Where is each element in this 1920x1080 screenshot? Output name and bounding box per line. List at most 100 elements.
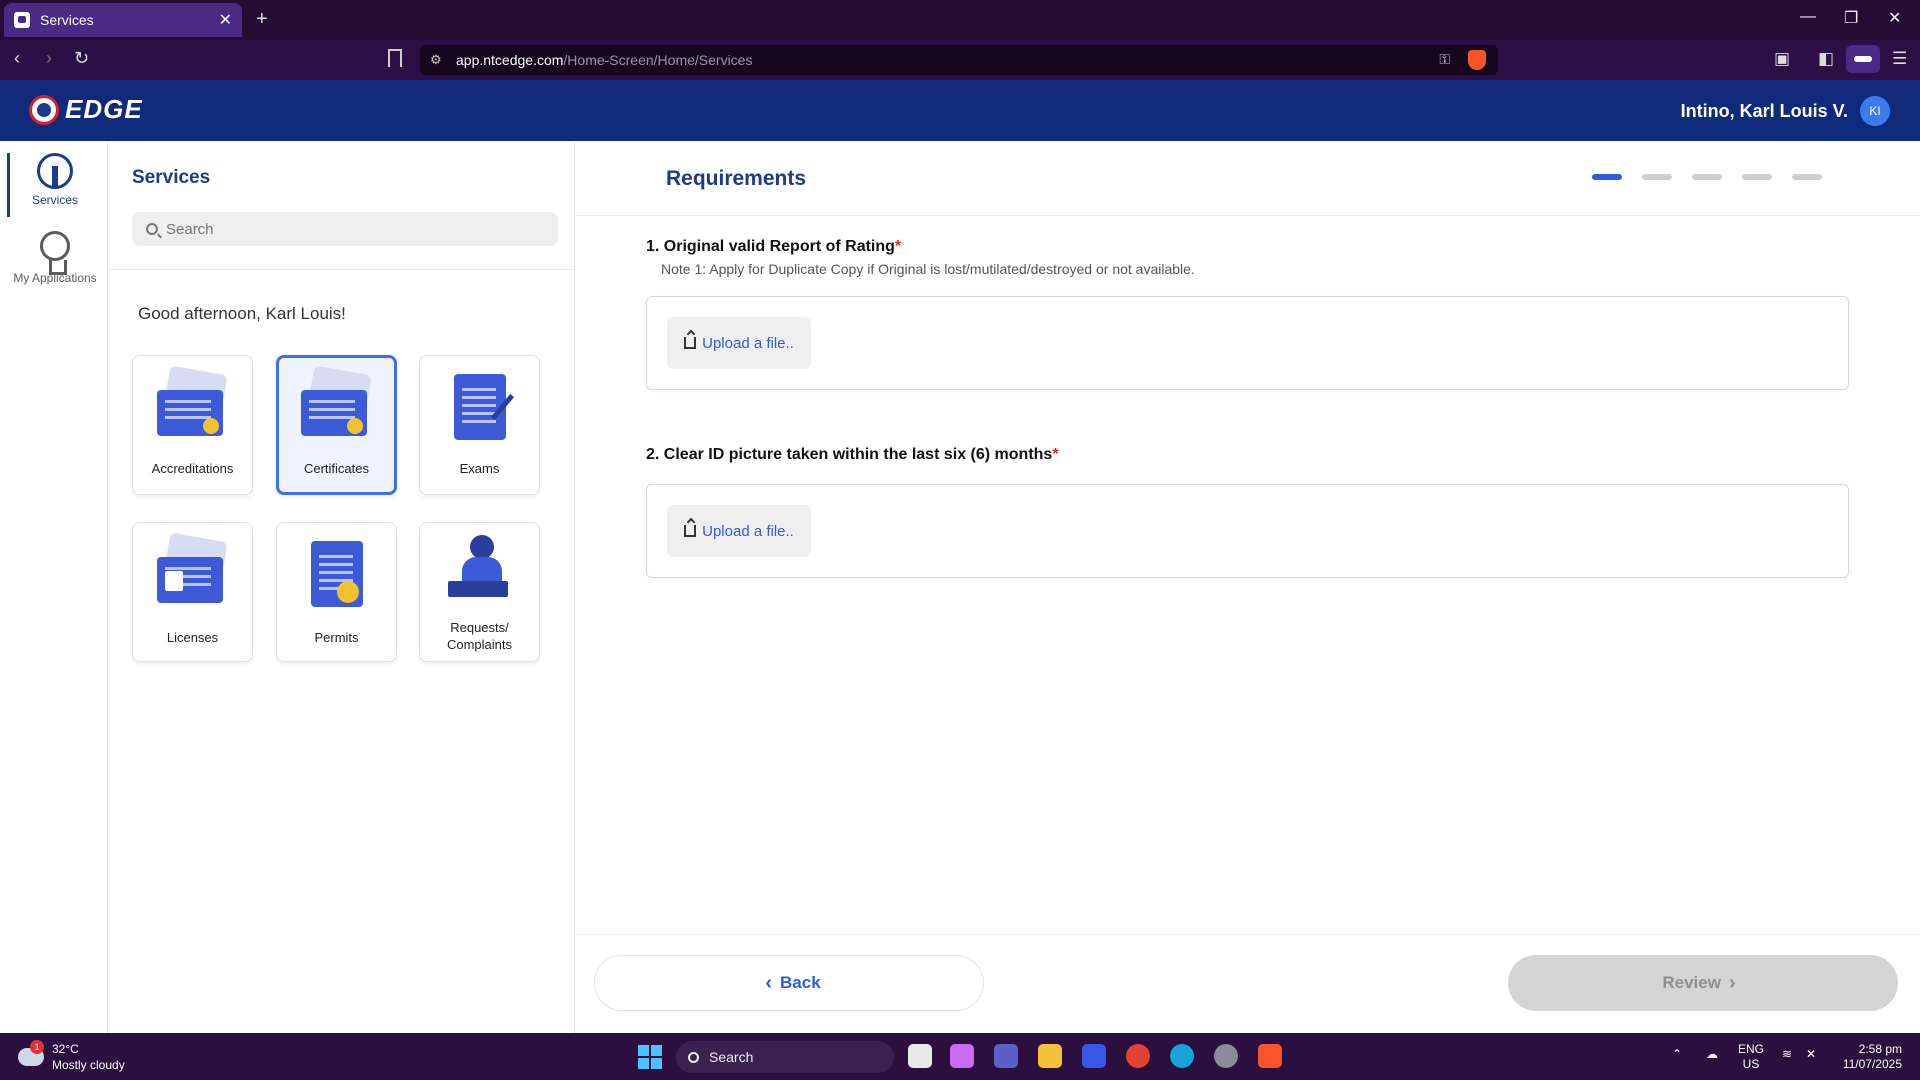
site-favicon-icon <box>14 12 30 28</box>
clock[interactable]: 2:58 pm 11/07/2025 <box>1836 1042 1902 1072</box>
tile-requests-complaints[interactable]: Requests/ Complaints <box>419 522 540 662</box>
rail-item-label: Services <box>31 193 78 207</box>
screenshot-icon[interactable]: ▣ <box>1774 49 1790 69</box>
taskbar-search[interactable]: Search <box>676 1041 894 1073</box>
url-host: app.ntcedge.com <box>456 52 564 68</box>
required-mark: * <box>1052 446 1059 463</box>
wifi-icon[interactable]: ≋ <box>1782 1047 1792 1062</box>
tile-accreditations[interactable]: Accreditations <box>132 355 253 495</box>
tab-close-icon[interactable]: ✕ <box>219 10 232 30</box>
language-indicator[interactable]: ENG US <box>1738 1042 1764 1072</box>
back-button[interactable]: ‹ Back <box>594 955 984 1011</box>
tile-label: Licenses <box>166 630 219 645</box>
tray-chevron-up-icon[interactable]: ⌃ <box>1672 1047 1682 1062</box>
requirement-text: 2. Clear ID picture taken within the las… <box>646 446 1053 463</box>
back-arrow-icon[interactable]: ‹ <box>14 48 20 69</box>
app-icon[interactable] <box>1082 1044 1106 1068</box>
panel-divider <box>108 269 574 270</box>
tile-certificates[interactable]: Certificates <box>276 355 397 495</box>
requirements-panel: Requirements 1. Original valid Report of… <box>575 141 1920 1033</box>
title-divider <box>575 215 1920 216</box>
tab-title: Services <box>40 12 94 28</box>
rail-item-services[interactable]: Services <box>7 153 102 217</box>
file-explorer-icon[interactable] <box>1038 1044 1062 1068</box>
upload-area-2: Upload a file.. <box>646 484 1849 578</box>
menu-icon[interactable]: ☰ <box>1892 49 1907 69</box>
address-bar[interactable]: ⚙ app.ntcedge.com/Home-Screen/Home/Servi… <box>420 45 1498 75</box>
services-title: Services <box>132 167 211 188</box>
permit-icon <box>299 537 375 609</box>
settings-gear-icon[interactable] <box>1214 1044 1238 1068</box>
left-nav-rail: Services My Applications <box>0 141 108 1033</box>
exam-document-icon <box>442 370 518 442</box>
region-code: US <box>1742 1057 1760 1071</box>
footer-divider <box>575 934 1920 935</box>
teams-icon[interactable] <box>994 1044 1018 1068</box>
browser-tab[interactable]: Services ✕ <box>4 3 242 37</box>
site-settings-icon[interactable]: ⚙ <box>430 52 442 68</box>
browser-tab-bar: Services ✕ + — ❐ ✕ <box>0 0 1920 40</box>
edge-browser-icon[interactable] <box>1170 1044 1194 1068</box>
upload-icon <box>684 337 697 349</box>
required-mark: * <box>894 238 902 255</box>
cloud-icon: 1 <box>18 1040 44 1066</box>
brave-shields-icon[interactable] <box>1468 50 1486 70</box>
windows-start-icon[interactable] <box>638 1045 662 1069</box>
accreditation-icon <box>155 365 231 442</box>
logo-wordmark: EDGE <box>65 94 143 124</box>
weather-widget[interactable]: 1 32°C Mostly cloudy <box>18 1040 125 1073</box>
requirement-1-label: 1. Original valid Report of Rating* <box>646 238 901 256</box>
lang-code: ENG <box>1738 1042 1765 1056</box>
services-panel: Services Good afternoon, Karl Louis! Acc… <box>108 141 575 1033</box>
avatar[interactable]: KI <box>1860 96 1890 126</box>
chevron-left-icon: ‹ <box>765 971 773 994</box>
page-title: Requirements <box>666 167 807 190</box>
date: 11/07/2025 <box>1842 1057 1902 1071</box>
search-input[interactable] <box>166 220 546 238</box>
tile-permits[interactable]: Permits <box>276 522 397 662</box>
antenna-icon <box>37 153 73 189</box>
chrome-icon[interactable] <box>1126 1044 1150 1068</box>
window-close-icon[interactable]: ✕ <box>1888 8 1901 28</box>
requirement-2-label: 2. Clear ID picture taken within the las… <box>646 446 1059 464</box>
award-icon <box>40 231 70 275</box>
brave-browser-icon[interactable] <box>1258 1044 1282 1068</box>
user-menu[interactable]: Intino, Karl Louis V. KI <box>1681 96 1890 126</box>
edge-logo[interactable]: EDGE <box>29 94 143 125</box>
copilot-icon[interactable] <box>950 1044 974 1068</box>
password-key-icon[interactable]: ⚿ <box>1439 51 1450 68</box>
volume-muted-icon[interactable]: ✕ <box>1806 1047 1816 1062</box>
temperature: 32°C <box>52 1042 79 1056</box>
review-button[interactable]: Review › <box>1508 955 1898 1011</box>
certificate-icon <box>299 365 375 442</box>
upload-button-1[interactable]: Upload a file.. <box>667 317 811 369</box>
step-5 <box>1792 174 1822 180</box>
restore-icon[interactable]: ❐ <box>1844 8 1858 28</box>
step-2 <box>1642 174 1672 180</box>
upload-button-2[interactable]: Upload a file.. <box>667 505 811 557</box>
bookmark-icon[interactable] <box>388 49 402 67</box>
os-taskbar: 1 32°C Mostly cloudy Search ⌃ ☁ ENG US ≋… <box>0 1033 1920 1080</box>
minimize-icon[interactable]: — <box>1800 8 1816 26</box>
weather-condition: Mostly cloudy <box>52 1058 125 1072</box>
forward-arrow-icon[interactable]: › <box>46 48 52 69</box>
rail-item-my-applications[interactable]: My Applications <box>8 231 102 286</box>
sidebar-toggle-icon[interactable]: ◧ <box>1818 49 1834 69</box>
requirement-text: 1. Original valid Report of Rating <box>646 238 895 255</box>
tile-label: Exams <box>459 461 500 476</box>
app-header: EDGE Intino, Karl Louis V. KI <box>0 80 1920 141</box>
new-tab-icon[interactable]: + <box>256 8 268 31</box>
requirement-1-note: Note 1: Apply for Duplicate Copy if Orig… <box>661 261 1195 277</box>
tile-label: Certificates <box>303 461 370 476</box>
chevron-right-icon: › <box>1728 971 1736 994</box>
reload-icon[interactable]: ↻ <box>74 48 89 69</box>
tile-exams[interactable]: Exams <box>419 355 540 495</box>
upload-icon <box>684 525 697 537</box>
license-card-icon <box>155 532 231 609</box>
tile-licenses[interactable]: Licenses <box>132 522 253 662</box>
notification-badge: 1 <box>30 1040 44 1054</box>
search-box[interactable] <box>132 212 558 246</box>
onedrive-icon[interactable]: ☁ <box>1706 1047 1718 1062</box>
task-view-icon[interactable] <box>908 1044 932 1068</box>
vpn-icon[interactable] <box>1846 45 1880 73</box>
